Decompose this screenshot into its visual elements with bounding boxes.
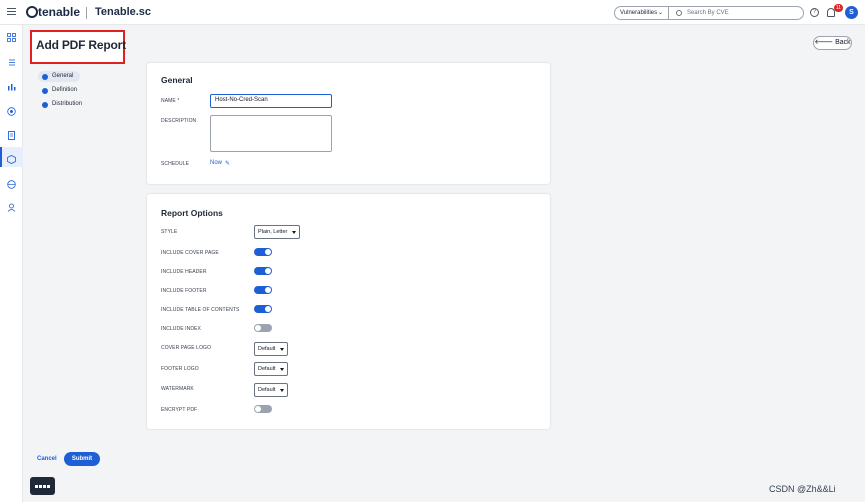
name-field[interactable]: Host-No-Cred-Scan [210, 94, 332, 108]
watermark-select[interactable]: Default [254, 383, 288, 397]
caret-down-icon [280, 389, 284, 392]
caret-down-icon [292, 231, 296, 234]
module-select[interactable]: Vulnerabilities ⌄ [614, 6, 669, 20]
chevron-down-icon: ⌄ [657, 10, 663, 16]
header-toggle[interactable] [254, 267, 272, 275]
encrypt-toggle[interactable] [254, 405, 272, 413]
submit-button[interactable]: Submit [64, 452, 100, 466]
schedule-value[interactable]: Now [210, 160, 222, 166]
footer-logo-value: Default [258, 366, 276, 372]
user-icon[interactable] [7, 203, 16, 212]
back-label: Back [835, 39, 851, 46]
step-label: Definition [52, 87, 78, 93]
step-label: Distribution [52, 101, 83, 107]
globe-icon[interactable] [7, 180, 16, 189]
step-label: General [52, 73, 74, 79]
general-title: General [161, 75, 193, 85]
step-general[interactable]: General [38, 71, 80, 82]
style-label: STYLE [161, 229, 178, 235]
footer-toggle[interactable] [254, 286, 272, 294]
toc-label: INCLUDE TABLE OF CONTENTS [161, 307, 240, 313]
style-select[interactable]: Plain, Letter [254, 225, 300, 239]
product-name: Tenable.sc [95, 6, 152, 18]
cover-logo-select[interactable]: Default [254, 342, 288, 356]
watermark-label: WATERMARK [161, 386, 194, 392]
tenable-logo-icon [26, 6, 38, 18]
caret-down-icon [280, 348, 284, 351]
name-label: NAME * [161, 98, 180, 104]
arrow-left-icon: 🡐 [814, 39, 834, 46]
keyboard-icon[interactable] [30, 477, 55, 495]
cover-logo-label: COVER PAGE LOGO [161, 345, 212, 351]
schedule-label: SCHEDULE [161, 161, 190, 167]
description-label: DESCRIPTION [161, 118, 197, 124]
index-label: INCLUDE INDEX [161, 326, 201, 332]
logo-text: tenable [38, 5, 81, 19]
module-select-label: Vulnerabilities [620, 10, 658, 16]
overlay-watermark: CSDN @Zh&&Li [769, 484, 836, 494]
report-icon[interactable] [7, 131, 16, 140]
search-icon [676, 10, 682, 16]
cover-page-label: INCLUDE COVER PAGE [161, 250, 219, 256]
notification-badge: 11 [834, 4, 843, 12]
caret-down-icon [280, 368, 284, 371]
footer-label: INCLUDE FOOTER [161, 288, 207, 294]
step-dot-icon [42, 88, 48, 94]
target-icon[interactable] [7, 107, 16, 116]
back-button[interactable]: 🡐 Back [813, 36, 852, 50]
step-definition[interactable]: Definition [38, 85, 77, 96]
list-icon[interactable] [7, 58, 16, 67]
step-dot-icon [42, 74, 48, 80]
avatar[interactable]: S [845, 6, 858, 19]
dashboard-icon[interactable] [7, 33, 16, 42]
cover-page-toggle[interactable] [254, 248, 272, 256]
general-card: General NAME * Host-No-Cred-Scan DESCRIP… [147, 63, 550, 184]
top-bar: tenable Tenable.sc Vulnerabilities ⌄ Sea… [0, 0, 865, 25]
cover-logo-value: Default [258, 346, 276, 352]
toc-toggle[interactable] [254, 305, 272, 313]
cancel-button[interactable]: Cancel [37, 456, 57, 462]
logo-separator [86, 7, 87, 19]
footer-logo-label: FOOTER LOGO [161, 366, 199, 372]
search-input[interactable]: Search By CVE [668, 6, 804, 20]
chart-icon[interactable] [7, 82, 16, 91]
menu-icon[interactable] [7, 8, 16, 16]
help-icon[interactable]: ? [810, 8, 819, 17]
cube-icon[interactable] [7, 155, 16, 164]
page-title: Add PDF Report [36, 38, 126, 52]
encrypt-label: ENCRYPT PDF [161, 407, 198, 413]
pencil-icon[interactable]: ✎ [225, 160, 230, 167]
footer-logo-select[interactable]: Default [254, 362, 288, 376]
watermark-value: Default [258, 387, 276, 393]
report-options-title: Report Options [161, 208, 223, 218]
report-options-card: Report Options STYLE Plain, Letter INCLU… [147, 194, 550, 429]
step-dot-icon [42, 102, 48, 108]
description-field[interactable] [210, 115, 332, 152]
search-placeholder: Search By CVE [687, 10, 729, 16]
index-toggle[interactable] [254, 324, 272, 332]
header-label: INCLUDE HEADER [161, 269, 207, 275]
step-distribution[interactable]: Distribution [38, 99, 82, 110]
style-value: Plain, Letter [258, 229, 288, 235]
sidebar [0, 25, 23, 502]
